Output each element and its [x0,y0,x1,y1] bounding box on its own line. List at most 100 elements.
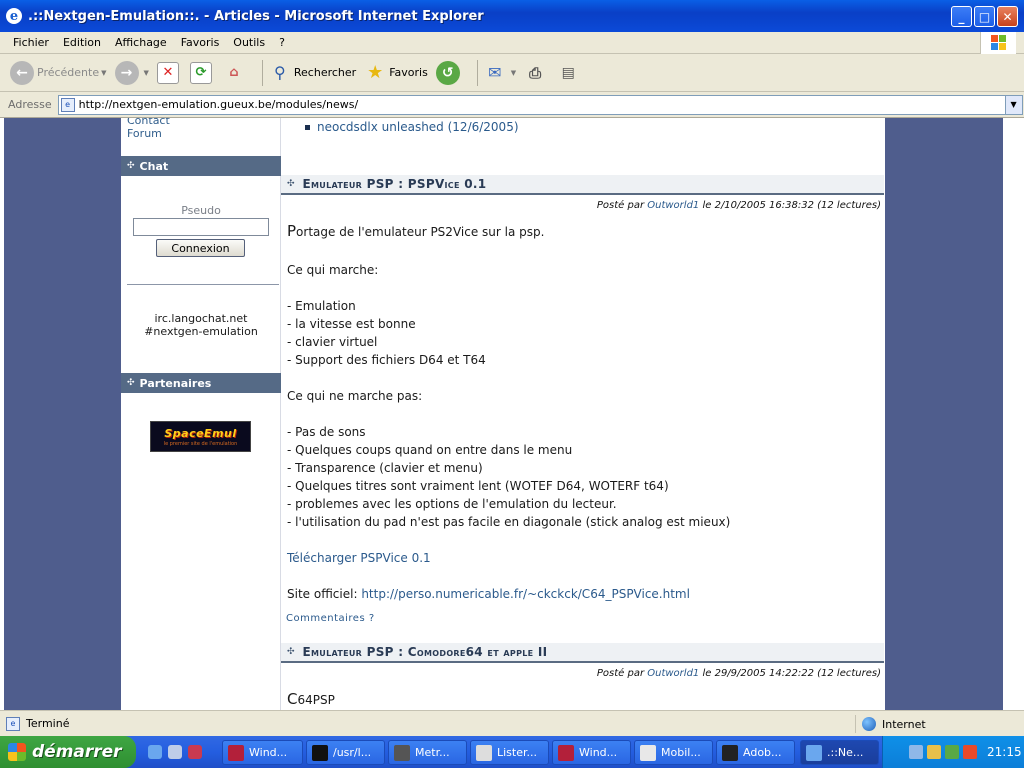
site-label: Site officiel: [287,587,358,601]
author-link[interactable]: Outworld1 [647,200,699,211]
ie-icon: e [6,8,22,24]
task-label: Lister... [497,746,537,759]
official-site: Site officiel: http://perso.numericable.… [287,587,690,601]
title-bar[interactable]: e .::Nextgen-Emulation::. - Articles - M… [0,0,1024,32]
block-bullet-icon: ✣ [127,378,135,388]
app-icon [558,744,574,761]
menu-help[interactable]: ? [272,36,292,49]
article-bullet-icon: ✣ [287,647,295,657]
tray-app-icon[interactable] [945,745,959,759]
app-icon [640,744,656,761]
address-url: http://nextgen-emulation.gueux.be/module… [78,98,359,111]
refresh-button[interactable]: ⟳ [189,61,215,84]
toolbar: ← Précédente ▼ → ▼ ✕ ⟳ ⌂ ⚲ Rechercher ★ Fa… [0,54,1024,92]
task-label: Mobil... [661,746,701,759]
taskbar-item[interactable]: Wind... [222,740,303,765]
menu-fichier[interactable]: Fichier [6,36,56,49]
address-label: Adresse [8,98,52,111]
page-done-icon: e [6,716,20,731]
taskbar-item-active[interactable]: .::Ne... [800,740,879,765]
address-input[interactable]: e http://nextgen-emulation.gueux.be/modu… [57,94,1023,115]
taskbar-item[interactable]: Wind... [552,740,631,765]
mail-button[interactable]: ✉ ▼ [484,62,516,84]
download-link[interactable]: Télécharger PSPVice 0.1 [287,551,431,565]
intro-text: 64PSP [297,693,335,707]
stop-button[interactable]: ✕ [156,61,182,84]
article-header: ✣ Emulateur PSP : PSPVice 0.1 [281,175,884,195]
partners-block-header: ✣ Partenaires [121,373,281,393]
works-title: Ce qui marche: [287,263,379,277]
taskbar-item[interactable]: Adob... [716,740,795,765]
spaceemul-logo[interactable]: SpaceEmul le premier site de l'emulation [150,421,251,452]
notworks-item: - problemes avec les options de l'emulat… [287,497,617,511]
favorites-label: Favoris [389,66,428,79]
block-bullet-icon: ✣ [127,161,135,171]
notworks-item: - Quelques titres sont vraiment lent (WO… [287,479,669,493]
sidebar-link-contact[interactable]: Contact [127,118,170,127]
back-button[interactable]: ← Précédente ▼ [10,60,107,85]
taskbar-item[interactable]: Metr... [388,740,467,765]
home-button[interactable]: ⌂ [223,62,248,84]
status-text: Terminé [26,717,70,730]
clock: 21:15 [987,745,1022,759]
terminal-icon [312,744,328,761]
task-label: Adob... [743,746,782,759]
article-title[interactable]: Emulateur PSP : PSPVice 0.1 [303,177,487,191]
zonealarm-icon[interactable] [963,745,977,759]
system-tray: 21:15 [882,736,1024,768]
windows-logo-icon [980,32,1016,54]
ie-icon [806,744,822,761]
sidebar-link-forum[interactable]: Forum [127,127,162,140]
desktop-quicklaunch-icon[interactable] [168,745,182,759]
menu-affichage[interactable]: Affichage [108,36,174,49]
search-label: Rechercher [293,66,357,79]
maximize-button[interactable]: □ [974,6,995,27]
ie-quicklaunch-icon[interactable] [148,745,162,759]
article-bullet-icon: ✣ [287,179,295,189]
start-button[interactable]: démarrer [0,736,136,768]
print-button[interactable]: ⎙ [524,62,549,84]
taskbar-item[interactable]: /usr/l... [306,740,385,765]
app-quicklaunch-icon[interactable] [188,745,202,759]
divider [127,284,279,285]
minimize-button[interactable]: _ [951,6,972,27]
address-dropdown-icon[interactable]: ▼ [1004,95,1022,114]
article-title[interactable]: Emulateur PSP : Comodore64 et apple II [303,645,548,659]
forward-button[interactable]: → ▼ [114,60,149,85]
taskbar-item[interactable]: Mobil... [634,740,713,765]
irc-channel: #nextgen-emulation [144,325,258,338]
works-item: - la vitesse est bonne [287,317,416,331]
connexion-button[interactable]: Connexion [156,239,245,257]
comments-link[interactable]: Commentaires ? [286,613,375,624]
left-sidebar: Contact Forum ✣ Chat Pseudo Connexion ir… [121,118,281,710]
article-intro: C64PSP [287,690,335,708]
pseudo-label: Pseudo [181,204,221,217]
menu-edition[interactable]: Edition [56,36,108,49]
notworks-item: - Transparence (clavier et menu) [287,461,483,475]
task-label: Wind... [579,746,618,759]
search-icon: ⚲ [274,63,286,82]
article-header: ✣ Emulateur PSP : Comodore64 et apple II [281,643,884,663]
close-button[interactable]: ✕ [997,6,1018,27]
news-link-neocdsdlx[interactable]: neocdsdlx unleashed (12/6/2005) [305,120,519,134]
posted-by-label: Posté par [596,200,645,211]
drop-letter: P [287,222,297,240]
works-item: - Support des fichiers D64 et T64 [287,353,486,367]
search-button[interactable]: ⚲ Rechercher [269,62,356,84]
tray-app-icon[interactable] [927,745,941,759]
edit-button[interactable]: ▤ [557,62,582,84]
history-button[interactable]: ↺ [435,60,463,85]
network-icon[interactable] [909,745,923,759]
taskbar-item[interactable]: Lister... [470,740,549,765]
notworks-item: - Pas de sons [287,425,366,439]
notworks-item: - l'utilisation du pad n'est pas facile … [287,515,731,529]
mail-icon: ✉ [488,63,502,82]
menu-favoris[interactable]: Favoris [174,36,227,49]
author-link[interactable]: Outworld1 [647,668,699,679]
edit-icon: ▤ [561,64,575,81]
site-url-link[interactable]: http://perso.numericable.fr/~ckckck/C64_… [361,587,690,601]
menu-outils[interactable]: Outils [226,36,272,49]
post-date: le 2/10/2005 16:38:32 (12 lectures) [702,200,881,211]
favorites-button[interactable]: ★ Favoris [364,62,428,84]
pseudo-input[interactable] [133,218,269,236]
